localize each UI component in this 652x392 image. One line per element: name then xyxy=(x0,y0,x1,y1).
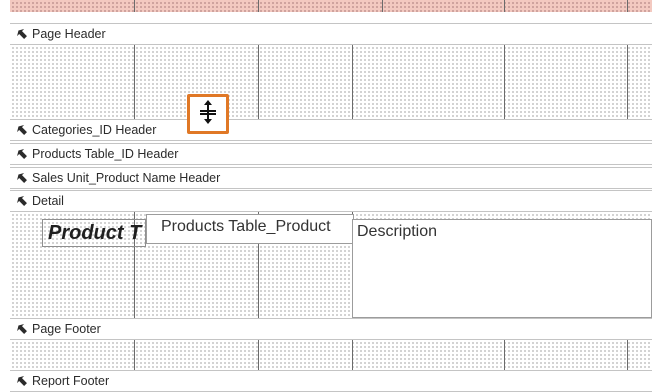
page-footer-band[interactable]: Page Footer xyxy=(10,318,652,340)
section-arrow-icon xyxy=(16,172,28,184)
column-guide xyxy=(352,45,353,119)
column-guide xyxy=(504,340,505,370)
report-design-canvas[interactable]: Page Header Categories_ID Header Product… xyxy=(0,0,652,392)
column-guide xyxy=(352,340,353,370)
section-arrow-icon xyxy=(16,375,28,387)
column-guide xyxy=(627,0,628,12)
sales-unit-product-name-header-band[interactable]: Sales Unit_Product Name Header xyxy=(10,167,652,189)
sales-unit-product-name-header-label: Sales Unit_Product Name Header xyxy=(32,171,221,185)
report-footer-label: Report Footer xyxy=(32,374,110,388)
column-guide xyxy=(134,340,135,370)
column-guide xyxy=(382,0,383,12)
detail-band[interactable]: Detail xyxy=(10,190,652,212)
products-table-id-header-band[interactable]: Products Table_ID Header xyxy=(10,143,652,165)
report-footer-band[interactable]: Report Footer xyxy=(10,370,652,392)
section-arrow-icon xyxy=(16,124,28,136)
categories-id-header-label: Categories_ID Header xyxy=(32,123,157,137)
report-header-grid[interactable] xyxy=(10,0,652,12)
page-footer-label: Page Footer xyxy=(32,322,101,336)
products-table-product-textbox[interactable]: Products Table_Product xyxy=(146,214,354,244)
section-arrow-icon xyxy=(16,148,28,160)
page-header-label: Page Header xyxy=(32,27,106,41)
column-guide xyxy=(134,45,135,119)
column-guide xyxy=(258,45,259,119)
column-guide xyxy=(504,0,505,12)
column-guide xyxy=(627,45,628,119)
column-guide xyxy=(258,0,259,12)
section-arrow-icon xyxy=(16,28,28,40)
section-arrow-icon xyxy=(16,195,28,207)
resize-vertical-cursor-icon xyxy=(194,98,222,131)
description-textbox[interactable]: Description xyxy=(352,219,652,318)
products-table-id-header-label: Products Table_ID Header xyxy=(32,147,179,161)
product-type-textbox[interactable]: Product T xyxy=(42,219,146,247)
page-footer-grid[interactable] xyxy=(10,340,652,370)
detail-label: Detail xyxy=(32,194,64,208)
column-guide xyxy=(504,45,505,119)
page-header-band[interactable]: Page Header xyxy=(10,23,652,45)
column-guide xyxy=(258,340,259,370)
column-guide xyxy=(134,0,135,12)
page-header-grid[interactable] xyxy=(10,45,652,119)
section-arrow-icon xyxy=(16,323,28,335)
categories-id-header-band[interactable]: Categories_ID Header xyxy=(10,119,652,141)
column-guide xyxy=(627,340,628,370)
resize-cursor-highlight xyxy=(187,94,229,134)
